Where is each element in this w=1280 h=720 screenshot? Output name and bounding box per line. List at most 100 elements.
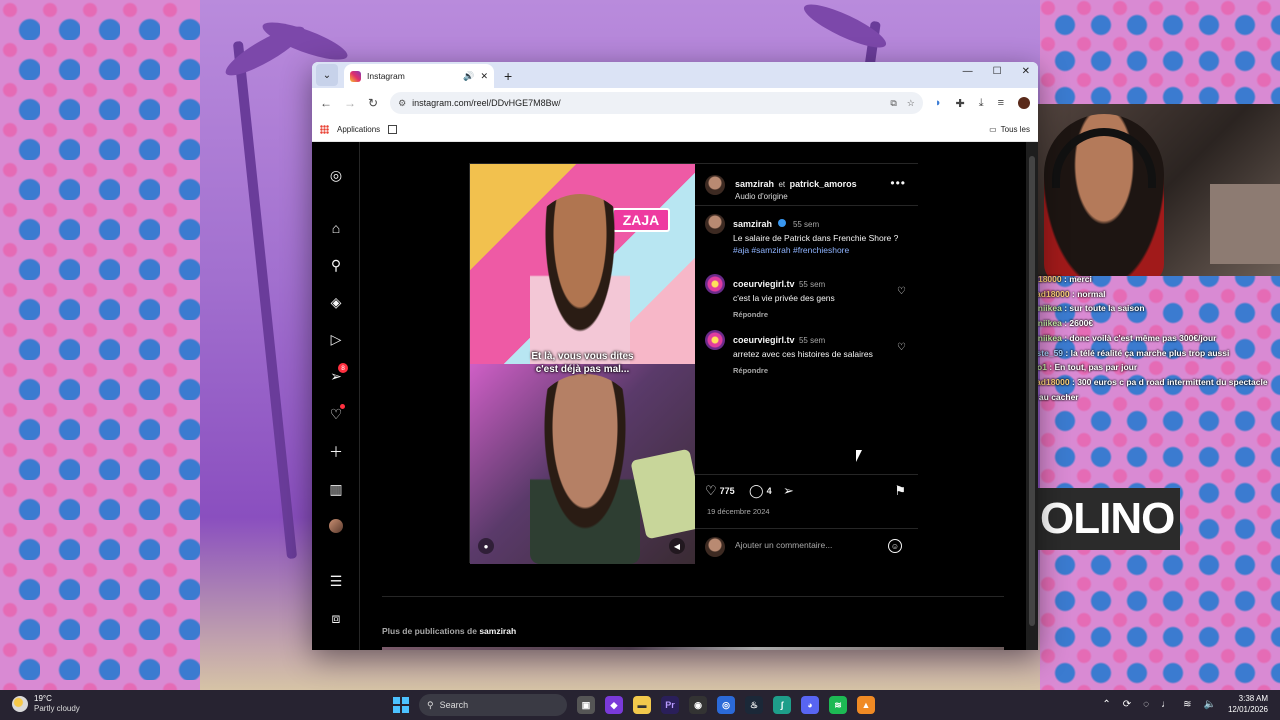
chat-message: morad18000 : 300 euros c pa d road inter… bbox=[1012, 375, 1274, 404]
caption-hashtags[interactable]: #aja #samzirah #frenchieshore bbox=[733, 244, 913, 256]
spotify-icon[interactable]: ≋ bbox=[829, 696, 847, 714]
page-scrollbar[interactable] bbox=[1026, 142, 1038, 650]
more-options-icon[interactable]: ••• bbox=[890, 176, 906, 190]
minimize-button[interactable]: — bbox=[963, 66, 973, 77]
bookmark-icon: ⚑ bbox=[894, 483, 906, 498]
explore-compass-icon[interactable]: ◈ bbox=[327, 293, 345, 311]
file-explorer-icon[interactable]: ▬ bbox=[633, 696, 651, 714]
wifi-icon[interactable]: ≋ bbox=[1183, 699, 1191, 710]
more-posts-user[interactable]: samzirah bbox=[479, 626, 516, 636]
clock[interactable]: 3:38 AM 12/01/2026 bbox=[1228, 693, 1268, 715]
discord-icon[interactable]: ◕ bbox=[801, 696, 819, 714]
reels-icon[interactable]: ▷ bbox=[327, 330, 345, 348]
header-user1[interactable]: samzirah bbox=[735, 179, 774, 189]
meta-apps-icon[interactable]: ⧈ bbox=[327, 609, 345, 627]
close-icon[interactable]: ✕ bbox=[480, 71, 488, 82]
bookmark-folder[interactable]: ▭ Tous les bbox=[989, 125, 1030, 134]
notifications-heart-icon[interactable]: ♡ bbox=[327, 404, 345, 423]
bookmark-star-icon[interactable]: ☆ bbox=[907, 98, 915, 109]
microphone-icon[interactable]: ♩ bbox=[1161, 699, 1171, 710]
tagged-user-icon[interactable]: ● bbox=[478, 538, 494, 554]
vlc-icon[interactable]: ▲ bbox=[857, 696, 875, 714]
maximize-button[interactable]: ☐ bbox=[993, 66, 1002, 77]
like-count: 775 bbox=[719, 486, 735, 496]
comment-input[interactable]: Ajouter un commentaire... bbox=[735, 540, 832, 550]
tab-search-button[interactable]: ⌄ bbox=[316, 64, 338, 86]
extensions-puzzle-icon[interactable]: ✚ bbox=[955, 97, 964, 110]
chat-separator: : bbox=[1063, 347, 1071, 358]
volume-icon[interactable]: ◀ bbox=[669, 538, 685, 554]
clock-date: 12/01/2026 bbox=[1227, 705, 1268, 714]
taskbar-search[interactable]: ⚲ Search bbox=[419, 694, 567, 716]
instagram-logo-icon[interactable]: ◎ bbox=[327, 166, 345, 184]
messages-icon[interactable]: ➢ 8 bbox=[327, 363, 348, 385]
bookmark-applications[interactable]: Applications bbox=[337, 125, 380, 134]
caption-author[interactable]: samzirah bbox=[733, 219, 772, 229]
premiere-icon[interactable]: Pr bbox=[661, 696, 679, 714]
stream-chat: morad18000 : mercimorad18000 : normalTon… bbox=[1012, 272, 1274, 404]
like-comment-heart-icon[interactable]: ♡ bbox=[897, 286, 906, 297]
dashboard-icon[interactable]: ▥ bbox=[327, 480, 345, 498]
close-window-button[interactable]: ✕ bbox=[1022, 66, 1030, 77]
extension-audio-icon[interactable]: ◗ bbox=[935, 97, 942, 109]
chevron-up-icon[interactable]: ⌃ bbox=[1102, 699, 1110, 710]
more-posts-thumbnails[interactable] bbox=[382, 647, 1004, 650]
back-button[interactable]: ← bbox=[320, 96, 332, 110]
comment-button[interactable]: ◯ 4 bbox=[749, 483, 772, 499]
save-button[interactable]: ⚑ bbox=[894, 483, 906, 499]
profile-avatar[interactable] bbox=[1018, 97, 1030, 109]
site-info-icon[interactable]: ⚙ bbox=[398, 98, 406, 109]
tab-instagram[interactable]: Instagram 🔊 ✕ bbox=[344, 64, 494, 88]
chat-message: Toniikea : sur toute la saison bbox=[1012, 301, 1274, 316]
speaker-icon[interactable]: 🔊 bbox=[463, 71, 474, 82]
emoji-icon[interactable]: ☺ bbox=[888, 539, 902, 553]
comment-user[interactable]: coeurviegirl.tv bbox=[733, 279, 795, 289]
start-button[interactable] bbox=[393, 697, 409, 713]
chat-message: Nordeste_59 : la télé réalité ça marche … bbox=[1012, 346, 1274, 361]
comment-user[interactable]: coeurviegirl.tv bbox=[733, 335, 795, 345]
header-and: et bbox=[778, 180, 786, 189]
media-control-icon[interactable]: ≡ bbox=[998, 97, 1004, 109]
commenter-avatar[interactable] bbox=[705, 330, 725, 350]
obs-icon[interactable]: ◉ bbox=[689, 696, 707, 714]
share-button[interactable]: ➢ bbox=[783, 483, 794, 499]
messages-badge: 8 bbox=[338, 363, 348, 373]
forward-button[interactable]: → bbox=[344, 96, 356, 110]
reload-button[interactable]: ↻ bbox=[368, 96, 378, 110]
like-button[interactable]: ♡ 775 bbox=[705, 483, 735, 499]
steam-icon[interactable]: ♨ bbox=[745, 696, 763, 714]
download-icon[interactable]: ⤓ bbox=[979, 97, 984, 110]
camera-off-icon[interactable]: ◌ bbox=[1143, 699, 1149, 710]
like-comment-heart-icon[interactable]: ♡ bbox=[897, 342, 906, 353]
commenter-avatar[interactable] bbox=[705, 274, 725, 294]
sync-icon[interactable]: ⟳ bbox=[1123, 699, 1131, 710]
author-avatar[interactable] bbox=[705, 214, 725, 234]
tab-groups-icon[interactable] bbox=[388, 125, 398, 134]
comment-text: arretez avec ces histoires de salaires bbox=[733, 349, 873, 359]
install-icon[interactable]: ⧉ bbox=[890, 98, 896, 109]
create-plus-icon[interactable]: ＋ bbox=[327, 443, 345, 461]
author-avatar[interactable] bbox=[705, 175, 725, 195]
chat-text: En tout, pas par jour bbox=[1054, 362, 1138, 373]
audio-label[interactable]: Audio d'origine bbox=[735, 192, 857, 201]
chat-text: la télé réalité ça marche plus trop auss… bbox=[1070, 347, 1230, 358]
home-icon[interactable]: ⌂ bbox=[327, 219, 345, 237]
bookmark-folder-label: Tous les bbox=[1000, 125, 1030, 134]
copilot-icon[interactable]: ◆ bbox=[605, 696, 623, 714]
menu-hamburger-icon[interactable]: ☰ bbox=[327, 572, 345, 590]
address-bar[interactable]: ⚙ instagram.com/reel/DDvHGE7M8Bw/ ⧉ ☆ bbox=[390, 92, 923, 114]
browser-toolbar: ← → ↻ ⚙ instagram.com/reel/DDvHGE7M8Bw/ … bbox=[312, 88, 1038, 118]
profile-avatar-nav[interactable] bbox=[327, 517, 345, 535]
chrome-icon[interactable]: ◎ bbox=[717, 696, 735, 714]
volume-icon[interactable]: 🔈 bbox=[1204, 699, 1216, 710]
reply-button[interactable]: Répondre bbox=[733, 366, 903, 375]
reply-button[interactable]: Répondre bbox=[733, 310, 903, 319]
task-view-icon[interactable]: ▣ bbox=[577, 696, 595, 714]
scrollbar-thumb[interactable] bbox=[1029, 156, 1035, 626]
search-icon[interactable]: ⚲ bbox=[327, 256, 345, 274]
reel-video[interactable]: ZAJA Et là, vous vous dites c'est déjà p… bbox=[470, 164, 695, 564]
header-user2[interactable]: patrick_amoros bbox=[790, 179, 857, 189]
new-tab-button[interactable]: + bbox=[504, 68, 512, 84]
weather-widget[interactable]: 19°C Partly cloudy bbox=[12, 694, 80, 714]
streamlabs-icon[interactable]: ʃ bbox=[773, 696, 791, 714]
